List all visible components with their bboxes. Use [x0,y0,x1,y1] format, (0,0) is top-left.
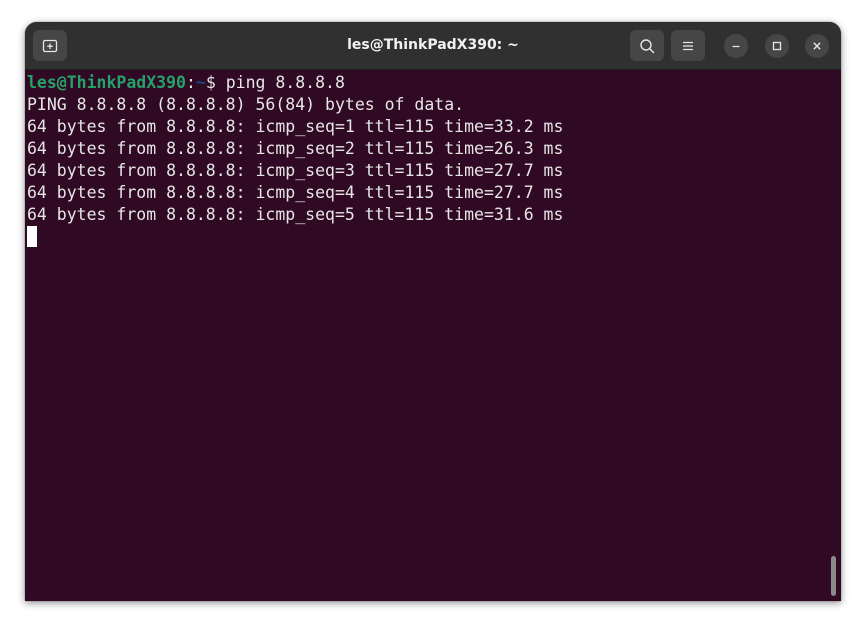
prompt-command: ping 8.8.8.8 [215,73,345,92]
terminal-area[interactable]: les@ThinkPadX390:~$ ping 8.8.8.8 PING 8.… [25,70,841,601]
minimize-icon [732,45,740,48]
prompt-symbol: $ [205,73,216,92]
maximize-button[interactable] [765,34,789,58]
search-button[interactable] [630,30,664,61]
output-line: 64 bytes from 8.8.8.8: icmp_seq=5 ttl=11… [27,205,564,224]
scrollbar[interactable] [831,556,836,596]
prompt-line: les@ThinkPadX390:~$ ping 8.8.8.8 [27,72,345,94]
maximize-icon [772,41,782,51]
close-icon [813,42,821,50]
title-bar[interactable]: les@ThinkPadX390: ~ [25,22,841,70]
output-line: 64 bytes from 8.8.8.8: icmp_seq=1 ttl=11… [27,117,564,136]
new-tab-icon [42,39,58,52]
hamburger-menu-icon [683,41,693,50]
output-line: 64 bytes from 8.8.8.8: icmp_seq=2 ttl=11… [27,139,564,158]
prompt-colon: : [185,73,196,92]
menu-button[interactable] [671,30,705,61]
close-button[interactable] [805,34,829,58]
text-cursor [27,226,37,247]
output-line: 64 bytes from 8.8.8.8: icmp_seq=4 ttl=11… [27,183,564,202]
output-line: 64 bytes from 8.8.8.8: icmp_seq=3 ttl=11… [27,161,564,180]
minimize-button[interactable] [724,34,748,58]
search-icon [640,38,655,53]
new-tab-button[interactable] [33,30,67,61]
prompt-path: ~ [195,73,206,92]
prompt-user-host: les@ThinkPadX390 [27,73,186,92]
terminal-window: les@ThinkPadX390: ~ les@ThinkPadX390:~$ … [25,22,841,601]
window-title: les@ThinkPadX390: ~ [347,37,519,53]
output-line: PING 8.8.8.8 (8.8.8.8) 56(84) bytes of d… [27,95,465,114]
